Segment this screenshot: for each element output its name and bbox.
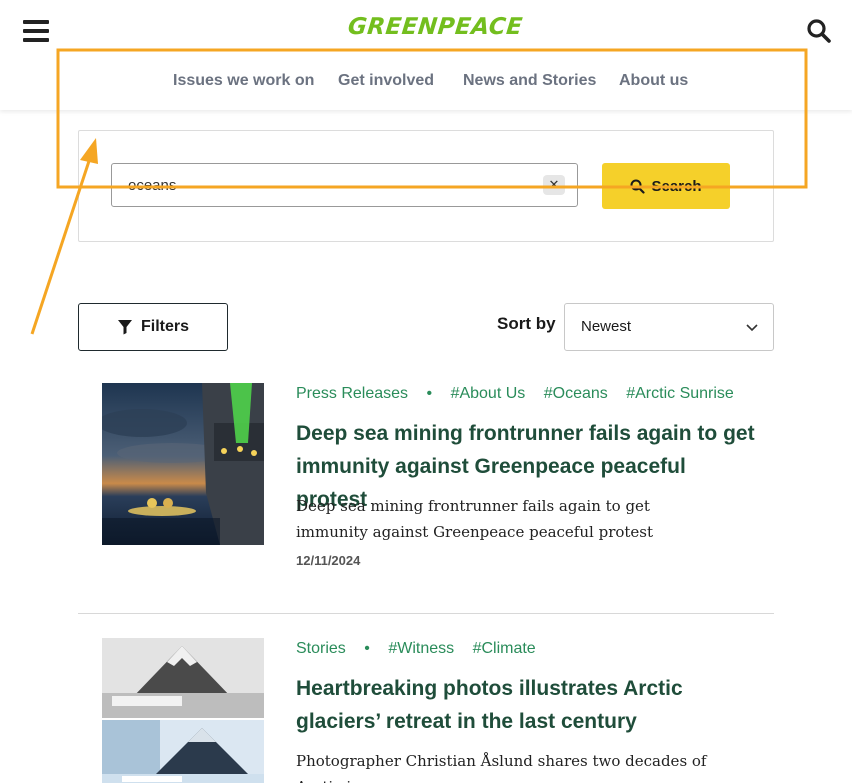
- sort-select[interactable]: Newest: [564, 303, 774, 351]
- search-icon[interactable]: [806, 18, 832, 44]
- nav-item-issues[interactable]: Issues we work on: [173, 72, 314, 90]
- meta-separator: •: [364, 640, 370, 657]
- search-button[interactable]: Search: [602, 163, 730, 209]
- site-header: GREENPEACE Issues we work on Get involve…: [0, 0, 852, 110]
- result-type-link[interactable]: Stories: [296, 640, 346, 657]
- tag-link[interactable]: #Arctic Sunrise: [626, 385, 734, 402]
- sort-selected-value: Newest: [581, 318, 632, 335]
- tag-link[interactable]: #Climate: [473, 640, 536, 657]
- result-thumbnail[interactable]: [102, 383, 264, 545]
- result-item: Press Releases • #About Us #Oceans #Arct…: [78, 383, 774, 603]
- sort-by-label: Sort by: [497, 314, 556, 333]
- tag-link[interactable]: #Witness: [388, 640, 454, 657]
- result-thumbnail[interactable]: [102, 638, 264, 783]
- filters-label: Filters: [140, 318, 189, 335]
- nav-item-about-us[interactable]: About us: [619, 72, 688, 90]
- nav-item-get-involved[interactable]: Get involved: [338, 72, 434, 90]
- result-meta: Stories • #Witness #Climate: [296, 640, 550, 658]
- filter-funnel-icon: [117, 320, 132, 335]
- tag-link[interactable]: #Oceans: [544, 385, 608, 402]
- search-input[interactable]: [111, 163, 578, 207]
- result-type-link[interactable]: Press Releases: [296, 385, 408, 402]
- greenpeace-logo[interactable]: GREENPEACE: [347, 14, 524, 40]
- result-divider: [78, 613, 774, 614]
- result-excerpt: Deep sea mining frontrunner fails again …: [296, 497, 654, 541]
- chevron-down-icon: [746, 324, 758, 332]
- result-item: Stories • #Witness #Climate Heartbreakin…: [78, 638, 774, 783]
- nav-item-news-stories[interactable]: News and Stories: [463, 72, 596, 90]
- clear-search-icon[interactable]: ✕: [543, 175, 565, 195]
- filters-button[interactable]: Filters: [78, 303, 228, 351]
- result-meta: Press Releases • #About Us #Oceans #Arct…: [296, 385, 748, 403]
- search-icon: [630, 179, 646, 194]
- hamburger-menu-icon[interactable]: [23, 20, 49, 42]
- result-title-link[interactable]: Heartbreaking photos illustrates Arctic …: [296, 672, 766, 738]
- result-excerpt: Photographer Christian Åslund shares two…: [296, 752, 707, 783]
- tag-link[interactable]: #About Us: [451, 385, 526, 402]
- main-nav: Issues we work on Get involved News and …: [0, 72, 852, 102]
- meta-separator: •: [426, 385, 433, 402]
- search-button-label: Search: [651, 177, 702, 195]
- result-date: 12/11/2024: [296, 553, 361, 568]
